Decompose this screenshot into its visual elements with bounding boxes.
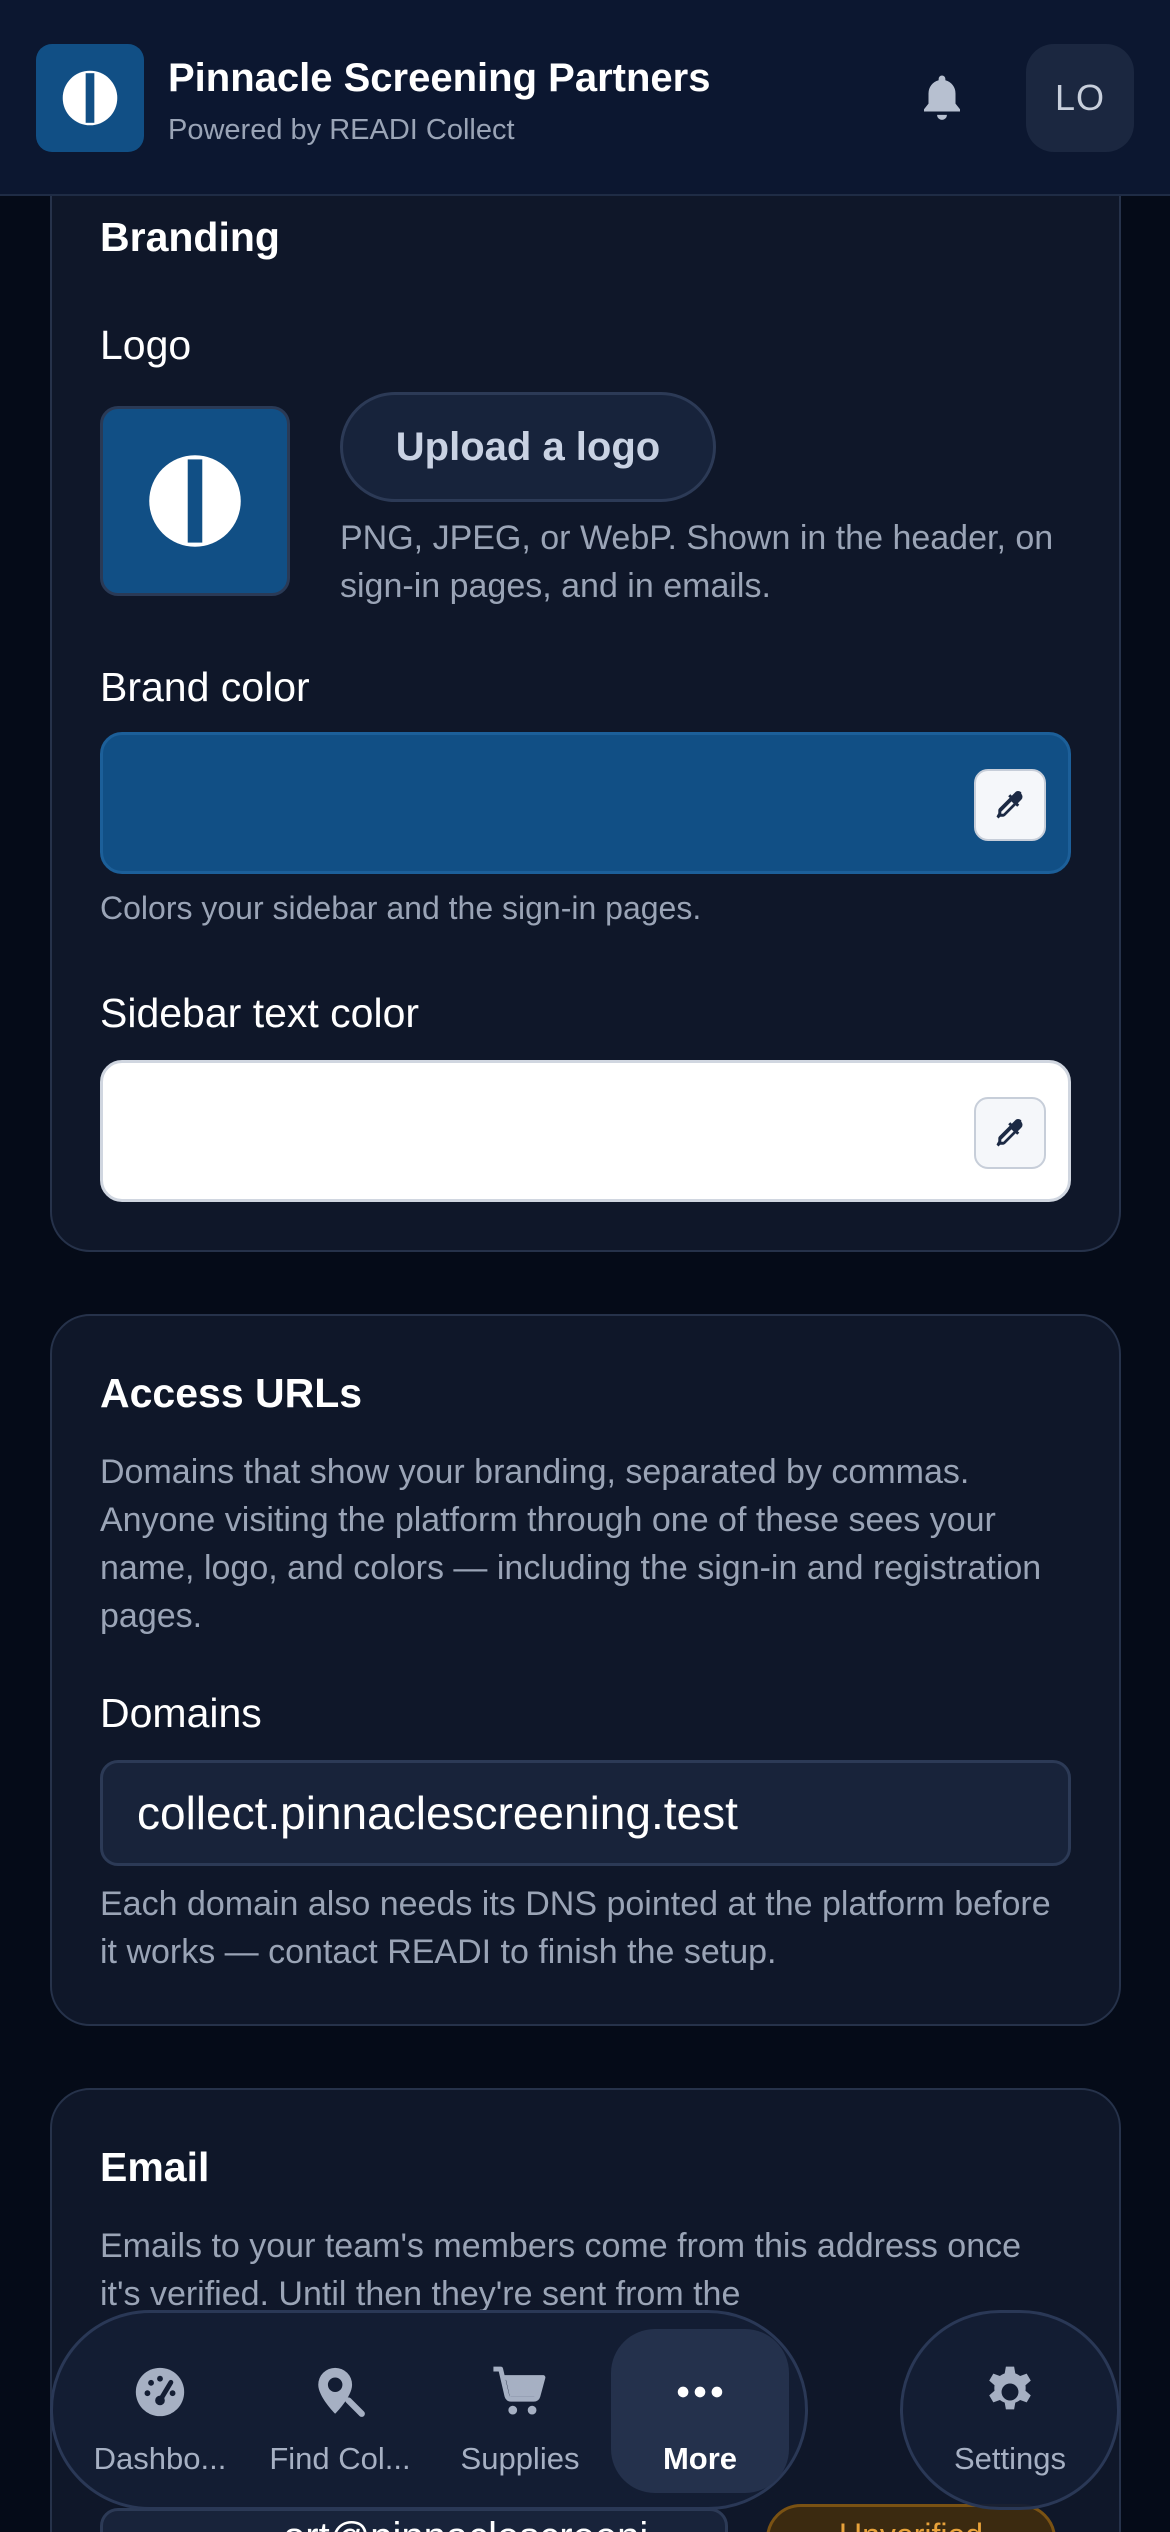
nav-item-more[interactable]: More: [611, 2329, 789, 2493]
brand-color-field[interactable]: [100, 732, 1071, 874]
bell-icon: [924, 75, 960, 120]
dashboard-gauge-icon: [135, 2367, 185, 2417]
brand-color-help: Colors your sidebar and the sign-in page…: [100, 890, 702, 926]
domains-help: Each domain also needs its DNS pointed a…: [100, 1885, 1051, 1971]
app-subtitle: Powered by READI Collect: [168, 114, 515, 146]
cart-icon: [493, 2366, 546, 2415]
user-avatar-button[interactable]: LO: [1026, 44, 1134, 152]
brand-logo-icon: [149, 455, 241, 547]
app-header: Pinnacle Screening Partners Powered by R…: [0, 0, 1170, 196]
nav-item-label: Dashbo...: [93, 2441, 227, 2476]
nav-item-find-collection[interactable]: Find Col...: [251, 2329, 429, 2493]
email-address-value: ort@pinnaclescreeni: [283, 2515, 648, 2532]
nav-item-label: Find Col...: [269, 2441, 411, 2476]
more-dots-icon: [677, 2386, 723, 2398]
access-urls-section-title: Access URLs: [100, 1370, 363, 1416]
gear-icon: [989, 2366, 1031, 2410]
branding-section-title: Branding: [100, 214, 280, 260]
email-status-badge-label: Unverified: [839, 2517, 983, 2532]
domains-label: Domains: [100, 1690, 262, 1736]
settings-label: Settings: [953, 2441, 1066, 2476]
nav-item-label: Supplies: [460, 2441, 580, 2476]
nav-item-settings[interactable]: Settings: [900, 2310, 1120, 2510]
page: Branding Logo Upload a logo PNG, JPEG, o…: [0, 0, 1170, 2532]
domains-input[interactable]: collect.pinnaclescreening.test: [100, 1760, 1071, 1866]
upload-logo-help: PNG, JPEG, or WebP. Shown in the header,…: [340, 519, 1054, 605]
sidebar-text-color-field[interactable]: [100, 1060, 1071, 1202]
domains-input-value: collect.pinnaclescreening.test: [137, 1787, 738, 1839]
brand-color-eyedropper-button[interactable]: [974, 769, 1046, 841]
brand-logo-icon: [62, 70, 118, 126]
header-logo[interactable]: [36, 44, 144, 152]
nav-item-label: More: [662, 2441, 738, 2476]
sidebar-text-color-label: Sidebar text color: [100, 990, 420, 1036]
upload-logo-button[interactable]: Upload a logo: [340, 392, 716, 502]
logo-label: Logo: [100, 322, 192, 368]
brand-color-label: Brand color: [100, 664, 310, 710]
bottom-nav: Dashbo... Find Col... Supplies More: [50, 2310, 808, 2510]
nav-item-dashboard[interactable]: Dashbo...: [71, 2329, 249, 2493]
app-title: Pinnacle Screening Partners: [168, 56, 711, 100]
avatar-initials: LO: [1054, 77, 1106, 118]
logo-preview: [100, 406, 290, 596]
nav-item-supplies[interactable]: Supplies: [431, 2329, 609, 2493]
sidebar-text-color-eyedropper-button[interactable]: [974, 1097, 1046, 1169]
notifications-bell-button[interactable]: [910, 66, 974, 130]
eyedropper-icon: [996, 1118, 1023, 1147]
access-urls-description: Domains that show your branding, separat…: [100, 1453, 1042, 1635]
email-address-input[interactable]: ort@pinnaclescreeni: [100, 2508, 728, 2532]
email-section-title: Email: [100, 2144, 210, 2190]
eyedropper-icon: [996, 790, 1023, 819]
map-search-icon: [318, 2367, 365, 2417]
email-description: Emails to your team's members come from …: [100, 2227, 1022, 2313]
